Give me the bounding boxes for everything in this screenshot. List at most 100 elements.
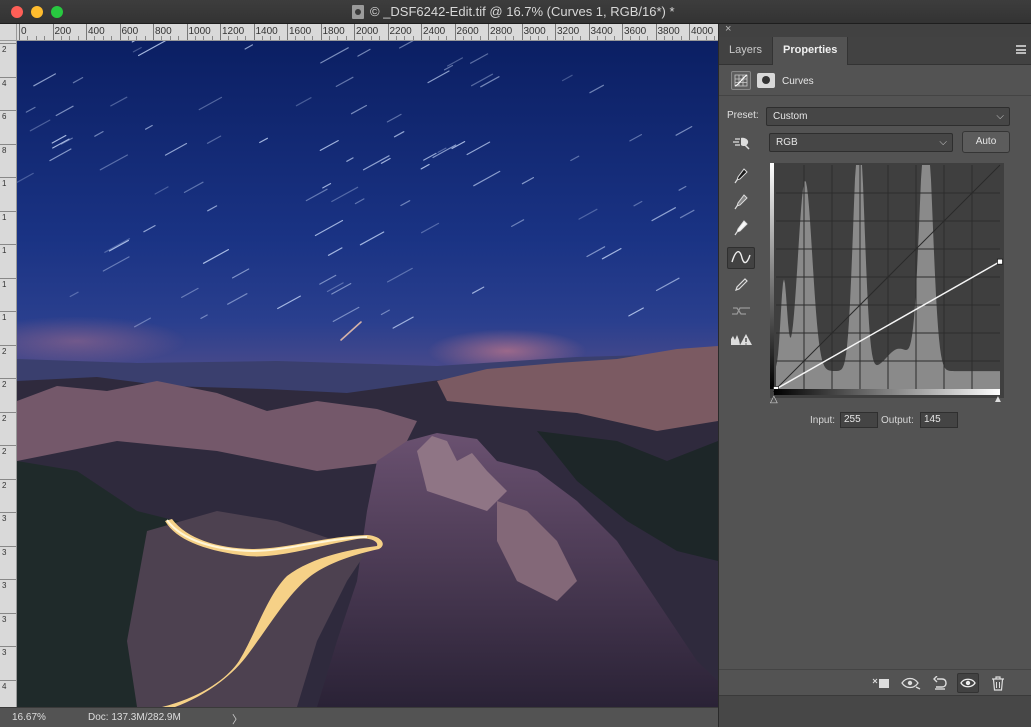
window-title: © _DSF6242-Edit.tif @ 16.7% (Curves 1, R… [370,4,675,19]
ruler-tick-label: 2600 [456,26,479,37]
ruler-major-tick [0,579,16,580]
pencil-draw-icon[interactable] [727,274,755,296]
title-bar: © _DSF6242-Edit.tif @ 16.7% (Curves 1, R… [0,0,1031,24]
ruler-major-tick [0,445,16,446]
window-minimize-button[interactable] [31,6,43,18]
ruler-tick-label: 3 [2,514,7,523]
ruler-major-tick [0,76,16,78]
black-point-eyedropper-icon[interactable] [727,165,755,187]
gray-point-eyedropper-icon[interactable] [727,191,755,213]
ruler-major-tick [0,244,16,245]
ruler-tick-label: 2400 [423,26,446,37]
auto-button[interactable]: Auto [962,131,1010,153]
clip-to-layer-icon[interactable] [870,673,892,693]
ruler-tick-label: 1800 [322,26,345,37]
ruler-major-tick [488,24,489,40]
ruler-tick-label: 2000 [356,26,379,37]
curve-point-white[interactable] [997,258,1003,265]
ruler-tick-label: 1 [2,279,7,289]
ruler-major-tick [0,177,16,178]
ruler-tick-label: 4000 [691,26,714,37]
ruler-tick-label: 3 [2,614,7,624]
status-menu-arrow[interactable]: 〉 [232,711,243,727]
ruler-major-tick [387,24,389,40]
input-gradient-bar [774,389,1000,395]
ruler-tick-label: 1000 [188,26,211,37]
output-field[interactable]: 145 [920,412,958,428]
white-input-slider-icon[interactable]: ▲ [993,394,1003,405]
properties-panel: × Layers Properties Curves Preset: Custo… [718,23,1031,727]
ruler-major-tick [0,411,16,413]
ruler-tick-label: 6 [2,112,7,121]
document-size-info: Doc: 137.3M/282.9M [88,712,181,723]
channel-dropdown[interactable]: RGB ⌵ [769,133,953,152]
ruler-major-tick [186,24,188,40]
curves-graph[interactable] [770,163,1004,398]
vertical-ruler[interactable]: 2 4 6 8 1 1 1 1 1 2 2 2 2 2 3 3 3 3 3 4 [0,41,17,707]
panel-bottom-toolbar [719,669,1031,695]
ruler-major-tick [421,24,422,40]
trash-icon[interactable] [987,673,1009,693]
ruler-major-tick [588,24,590,40]
ruler-tick-label: 1 [2,179,7,188]
panel-menu-icon[interactable] [1016,45,1026,54]
tab-properties[interactable]: Properties [772,37,849,65]
ruler-major-tick [19,24,20,40]
preset-dropdown[interactable]: Custom ⌵ [766,107,1010,126]
document-icon [352,5,364,19]
ruler-tick-label: 1600 [289,26,312,37]
ruler-major-tick [354,24,355,40]
ruler-major-tick [253,24,255,40]
ruler-major-tick [119,24,121,40]
ruler-tick-label: 2 [2,346,7,356]
ruler-major-tick [0,43,16,44]
ruler-major-tick [655,24,657,40]
document-canvas[interactable] [17,41,718,707]
ruler-tick-label: 3 [2,581,7,590]
white-point-eyedropper-icon[interactable] [727,217,755,239]
clipping-warning-icon[interactable] [727,328,755,350]
smooth-curve-icon[interactable] [727,300,755,322]
black-input-slider-icon[interactable]: △ [770,394,778,405]
ruler-tick-label: 1200 [222,26,245,37]
window-maximize-button[interactable] [51,6,63,18]
ruler-tick-label: 2200 [389,26,412,37]
window-close-button[interactable] [11,6,23,18]
layer-mask-icon[interactable] [757,73,775,88]
ruler-tick-label: 2 [2,413,7,423]
ruler-major-tick [0,110,16,111]
ruler-tick-label: 1 [2,246,7,255]
ruler-major-tick [0,277,16,279]
zoom-level[interactable]: 16.67% [12,712,46,723]
ruler-tick-label: 3 [2,547,7,557]
tab-layers[interactable]: Layers [719,37,772,65]
ruler-major-tick [622,24,623,40]
panel-close-icon[interactable]: × [725,23,731,35]
reset-icon[interactable] [929,673,951,693]
status-bar: 16.67% Doc: 137.3M/282.9M 〉 [0,707,718,727]
ruler-major-tick [689,24,690,40]
ruler-tick-label: 3 [2,648,7,657]
panel-tabs: Layers Properties [719,37,1031,65]
ruler-tick-label: 1 [2,313,7,322]
ruler-major-tick [0,478,16,480]
ruler-tick-label: 1400 [255,26,278,37]
ruler-origin[interactable] [0,24,17,41]
visibility-eye-icon[interactable] [957,673,979,693]
chevron-down-icon: ⌵ [939,137,947,148]
curve-point-icon[interactable] [727,247,755,269]
ruler-tick-label: 2 [2,45,7,54]
preset-value: Custom [773,111,808,122]
view-previous-icon[interactable] [900,673,922,693]
ruler-major-tick [153,24,154,40]
ruler-major-tick [0,679,16,681]
ruler-tick-label: 3400 [590,26,613,37]
output-label: Output: [881,415,914,426]
on-image-adjust-icon[interactable] [727,131,755,153]
ruler-major-tick [52,24,54,40]
curves-adjustment-icon[interactable] [731,71,751,90]
ruler-tick-label: 2 [2,447,7,456]
ruler-major-tick [454,24,456,40]
horizontal-ruler[interactable]: 0 200 400 600 800 1000 1200 1400 1600 1800 2000 220… [17,24,718,41]
input-field[interactable]: 255 [840,412,878,428]
